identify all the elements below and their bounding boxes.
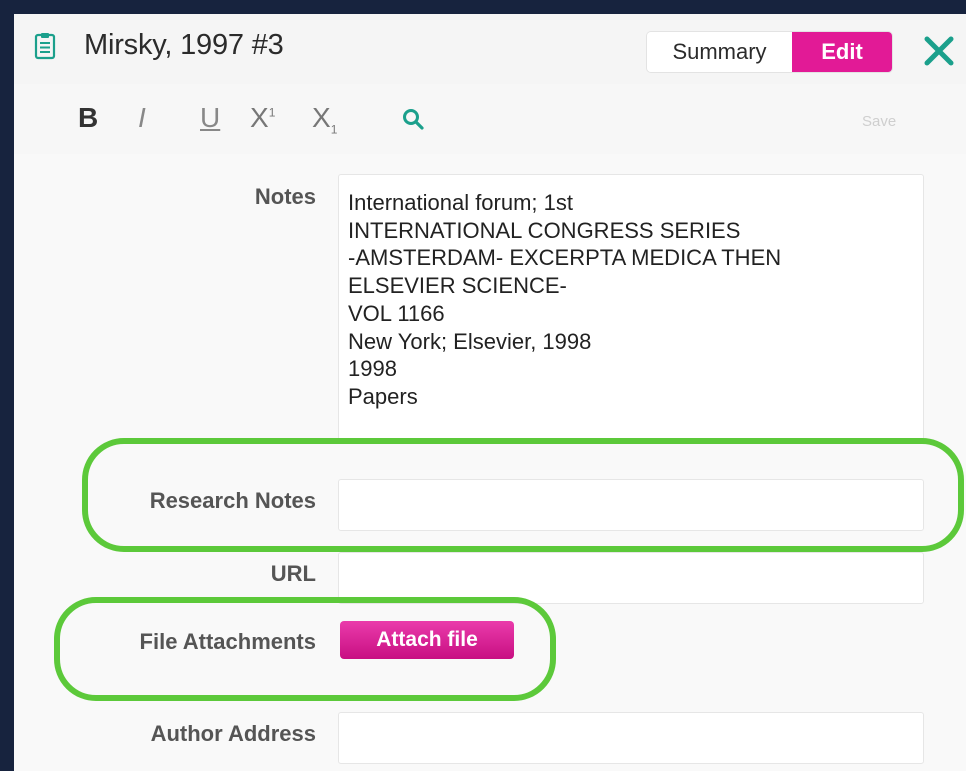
subscript-letter: X — [312, 102, 331, 133]
notes-line: International forum; 1st — [348, 190, 574, 215]
clipboard-icon — [34, 33, 56, 60]
author-address-label: Author Address — [150, 721, 316, 746]
bold-button[interactable]: B — [78, 102, 98, 134]
attach-file-button[interactable]: Attach file — [340, 621, 514, 659]
notes-line: Papers — [348, 383, 418, 409]
research-notes-label: Research Notes — [149, 488, 316, 513]
notes-field[interactable]: International forum; 1st INTERNATIONAL CO… — [338, 174, 924, 442]
reference-form: Notes International forum; 1st INTERNATIO… — [14, 154, 966, 771]
save-button[interactable]: Save — [862, 113, 896, 130]
tab-summary[interactable]: Summary — [647, 32, 792, 72]
notes-line: -AMSTERDAM- EXCERPTA MEDICA THEN — [348, 245, 782, 271]
reference-panel: Mirsky, 1997 #3 Summary Edit B I U X1 X1… — [14, 14, 966, 771]
notes-text: International forum; 1st INTERNATIONAL CO… — [348, 189, 781, 411]
close-icon[interactable] — [922, 34, 956, 68]
subscript-button[interactable]: X1 — [312, 102, 337, 137]
url-label: URL — [270, 561, 316, 586]
view-mode-toggle: Summary Edit — [647, 32, 892, 72]
subscript-mark: 1 — [330, 122, 338, 137]
superscript-mark: 1 — [268, 105, 276, 120]
research-notes-field[interactable] — [338, 479, 924, 531]
reference-title: Mirsky, 1997 #3 — [84, 29, 284, 61]
notes-line: INTERNATIONAL CONGRESS SERIES — [348, 217, 741, 243]
formatting-toolbar: B I U X1 X1 Save — [14, 84, 966, 154]
underline-button[interactable]: U — [200, 102, 220, 134]
notes-label: Notes — [254, 184, 316, 209]
notes-line: VOL 1166 — [348, 300, 445, 326]
superscript-button[interactable]: X1 — [250, 102, 275, 134]
tab-edit[interactable]: Edit — [792, 32, 892, 72]
notes-line: New York; Elsevier, 1998 — [348, 328, 592, 354]
url-field[interactable] — [338, 552, 924, 604]
superscript-letter: X — [250, 102, 269, 133]
italic-button[interactable]: I — [138, 102, 146, 134]
notes-line: 1998 — [348, 356, 397, 382]
file-attachments-label: File Attachments — [139, 629, 316, 654]
author-address-field[interactable] — [338, 712, 924, 764]
panel-header: Mirsky, 1997 #3 Summary Edit — [14, 14, 966, 84]
search-icon[interactable] — [402, 108, 424, 130]
notes-line: ELSEVIER SCIENCE- — [348, 273, 567, 299]
